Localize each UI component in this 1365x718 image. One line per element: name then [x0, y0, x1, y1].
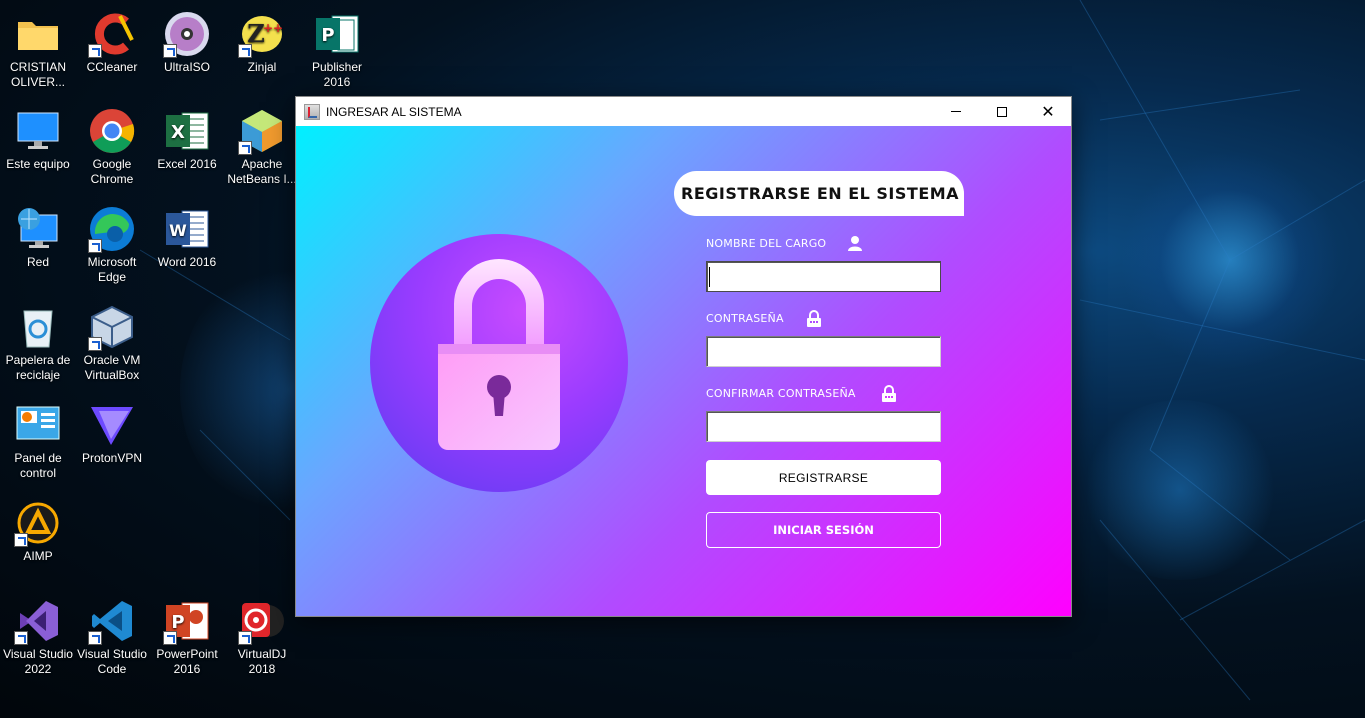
folder-icon: [14, 10, 62, 58]
desktop-icon-powerpoint[interactable]: P PowerPoint 2016: [149, 597, 225, 677]
desktop-icon-virtualbox[interactable]: Oracle VM VirtualBox: [74, 303, 150, 383]
recycle-bin-icon: [14, 303, 62, 351]
lock-icon: [807, 310, 821, 327]
shortcut-arrow-icon: [88, 44, 102, 58]
desktop-icon-ultraiso[interactable]: UltraISO: [149, 10, 225, 75]
shortcut-arrow-icon: [14, 533, 28, 547]
control-panel-icon: [14, 401, 62, 449]
powerpoint-icon: P: [163, 597, 211, 645]
publisher-icon: P: [313, 10, 361, 58]
maximize-icon: [997, 106, 1007, 117]
ultraiso-icon: [163, 10, 211, 58]
minimize-icon: [951, 111, 961, 112]
lock-icon: [882, 385, 896, 402]
window-titlebar[interactable]: INGRESAR AL SISTEMA ✕: [296, 97, 1071, 126]
desktop-icon-protonvpn[interactable]: ProtonVPN: [74, 401, 150, 466]
zinjal-icon: Z ++: [238, 10, 286, 58]
close-icon: ✕: [1041, 101, 1055, 121]
vscode-icon: [88, 597, 136, 645]
desktop-icon-chrome[interactable]: Google Chrome: [74, 107, 150, 187]
nombre-cargo-label: NOMBRE DEL CARGO: [706, 237, 827, 250]
visual-studio-icon: [14, 597, 62, 645]
desktop-icon-virtualdj[interactable]: VirtualDJ 2018: [224, 597, 300, 677]
java-app-icon: [304, 103, 320, 120]
netbeans-icon: [238, 107, 286, 155]
desktop-icon-este-equipo[interactable]: Este equipo: [0, 107, 76, 172]
shortcut-arrow-icon: [163, 631, 177, 645]
text-cursor: [709, 267, 710, 287]
desktop-icon-edge[interactable]: Microsoft Edge: [74, 205, 150, 285]
shortcut-arrow-icon: [88, 239, 102, 253]
desktop-icon-zinjal[interactable]: Z ++ Zinjal: [224, 10, 300, 75]
desktop-icon-recycle-bin[interactable]: Papelera de reciclaje: [0, 303, 76, 383]
close-button[interactable]: ✕: [1025, 97, 1071, 126]
register-button[interactable]: REGISTRARSE: [706, 460, 941, 495]
svg-text:++: ++: [263, 21, 283, 35]
desktop-icon-ccleaner[interactable]: CCleaner: [74, 10, 150, 75]
shortcut-arrow-icon: [88, 631, 102, 645]
desktop-icon-folder[interactable]: CRISTIAN OLIVER...: [0, 10, 76, 90]
chrome-icon: [88, 107, 136, 155]
desktop-icon-excel[interactable]: X Excel 2016: [149, 107, 225, 172]
desktop-icon-vscode[interactable]: Visual Studio Code: [74, 597, 150, 677]
computer-icon: [14, 107, 62, 155]
virtualdj-icon: [238, 597, 286, 645]
edge-icon: [88, 205, 136, 253]
desktop-icon-control-panel[interactable]: Panel de control: [0, 401, 76, 481]
network-icon: [14, 205, 62, 253]
aimp-icon: [14, 499, 62, 547]
svg-text:P: P: [321, 25, 334, 46]
form-heading: REGISTRARSE EN EL SISTEMA: [674, 171, 964, 216]
desktop-icon-aimp[interactable]: AIMP: [0, 499, 76, 564]
shortcut-arrow-icon: [238, 141, 252, 155]
contrasena-label: CONTRASEÑA: [706, 312, 784, 325]
svg-text:W: W: [169, 221, 187, 240]
maximize-button[interactable]: [979, 97, 1025, 126]
virtualbox-icon: [88, 303, 136, 351]
protonvpn-icon: [88, 401, 136, 449]
ccleaner-icon: [88, 10, 136, 58]
shortcut-arrow-icon: [14, 631, 28, 645]
confirmar-contrasena-label: CONFIRMAR CONTRASEÑA: [706, 387, 856, 400]
confirmar-contrasena-input[interactable]: [706, 411, 941, 442]
desktop-icon-netbeans[interactable]: Apache NetBeans I...: [224, 107, 300, 187]
shortcut-arrow-icon: [238, 631, 252, 645]
login-button[interactable]: INICIAR SESIÓN: [706, 512, 941, 548]
shortcut-arrow-icon: [163, 44, 177, 58]
shortcut-arrow-icon: [88, 337, 102, 351]
svg-text:P: P: [171, 612, 184, 633]
minimize-button[interactable]: [933, 97, 979, 126]
desktop-icon-visual-studio[interactable]: Visual Studio 2022: [0, 597, 76, 677]
user-icon: [848, 236, 862, 251]
window-controls: ✕: [933, 97, 1071, 126]
svg-text:X: X: [171, 122, 185, 143]
desktop-icon-publisher[interactable]: P Publisher 2016: [299, 10, 375, 90]
desktop-icon-red[interactable]: Red: [0, 205, 76, 270]
shortcut-arrow-icon: [238, 44, 252, 58]
nombre-cargo-input[interactable]: [706, 261, 941, 292]
login-panel: REGISTRARSE EN EL SISTEMA NOMBRE DEL CAR…: [296, 126, 1071, 616]
desktop-icon-word[interactable]: W Word 2016: [149, 205, 225, 270]
word-icon: W: [163, 205, 211, 253]
window-title: INGRESAR AL SISTEMA: [326, 104, 462, 119]
padlock-icon: [438, 259, 560, 450]
contrasena-input[interactable]: [706, 336, 941, 367]
excel-icon: X: [163, 107, 211, 155]
app-window: INGRESAR AL SISTEMA ✕ REGISTRARSE EN EL …: [295, 96, 1072, 617]
